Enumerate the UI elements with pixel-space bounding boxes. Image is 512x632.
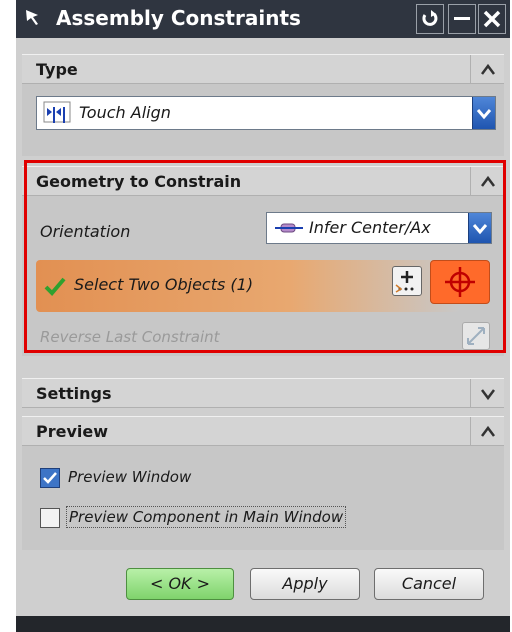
- add-point-button[interactable]: [392, 266, 422, 296]
- geometry-section-body: Orientation Infer Center/Ax Select Two O…: [22, 196, 504, 356]
- assembly-constraints-dialog: Assembly Constraints Type Touch Align Ge…: [16, 0, 510, 632]
- reverse-constraint-button[interactable]: [462, 322, 490, 350]
- select-target-button[interactable]: [430, 260, 490, 304]
- cursor-arrow-icon: [22, 6, 46, 30]
- chevron-up-icon[interactable]: [470, 55, 504, 84]
- checkmark-icon: [44, 277, 66, 301]
- type-section-body: Touch Align: [22, 84, 504, 156]
- chevron-down-icon[interactable]: [468, 213, 491, 243]
- preview-section-header[interactable]: Preview: [22, 416, 504, 446]
- checkbox-check-icon: [41, 472, 59, 491]
- type-section-label: Type: [36, 60, 78, 79]
- select-objects-label: Select Two Objects (1): [74, 275, 254, 294]
- chevron-up-icon[interactable]: [470, 417, 504, 446]
- orientation-label: Orientation: [40, 222, 131, 241]
- type-dropdown-value: Touch Align: [79, 103, 171, 122]
- title-bar[interactable]: Assembly Constraints: [16, 0, 510, 38]
- orientation-value: Infer Center/Ax: [309, 218, 431, 237]
- preview-section-label: Preview: [36, 422, 109, 441]
- settings-section-label: Settings: [36, 384, 112, 403]
- type-section-header[interactable]: Type: [22, 54, 504, 84]
- settings-section-header[interactable]: Settings: [22, 378, 504, 408]
- preview-section-body: Preview Window Preview Component in Main…: [22, 446, 504, 550]
- point-constructor-icon: [393, 271, 421, 299]
- status-strip: [16, 616, 510, 632]
- apply-button[interactable]: Apply: [250, 568, 360, 600]
- preview-component-checkbox[interactable]: [40, 508, 60, 528]
- geometry-section-label: Geometry to Constrain: [36, 172, 242, 191]
- collapse-button[interactable]: [448, 4, 476, 34]
- ok-button[interactable]: < OK >: [126, 568, 234, 600]
- type-dropdown[interactable]: Touch Align: [36, 96, 496, 130]
- preview-window-label: Preview Window: [68, 468, 192, 486]
- chevron-up-icon[interactable]: [470, 167, 504, 196]
- close-button[interactable]: [478, 4, 506, 34]
- window-title: Assembly Constraints: [56, 6, 301, 30]
- reverse-last-constraint-label: Reverse Last Constraint: [40, 328, 220, 346]
- infer-center-axis-icon: [275, 220, 303, 240]
- orientation-dropdown[interactable]: Infer Center/Ax: [266, 212, 492, 244]
- preview-component-label: Preview Component in Main Window: [66, 506, 347, 528]
- chevron-down-icon[interactable]: [470, 379, 504, 408]
- cancel-button[interactable]: Cancel: [374, 568, 484, 600]
- reverse-arrows-icon: [463, 327, 489, 353]
- geometry-section-header[interactable]: Geometry to Constrain: [22, 166, 504, 196]
- preview-window-checkbox[interactable]: [40, 468, 60, 488]
- crosshair-icon: [431, 267, 489, 307]
- reset-button[interactable]: [416, 4, 444, 34]
- chevron-down-icon[interactable]: [472, 97, 495, 129]
- touch-align-icon: [43, 101, 73, 129]
